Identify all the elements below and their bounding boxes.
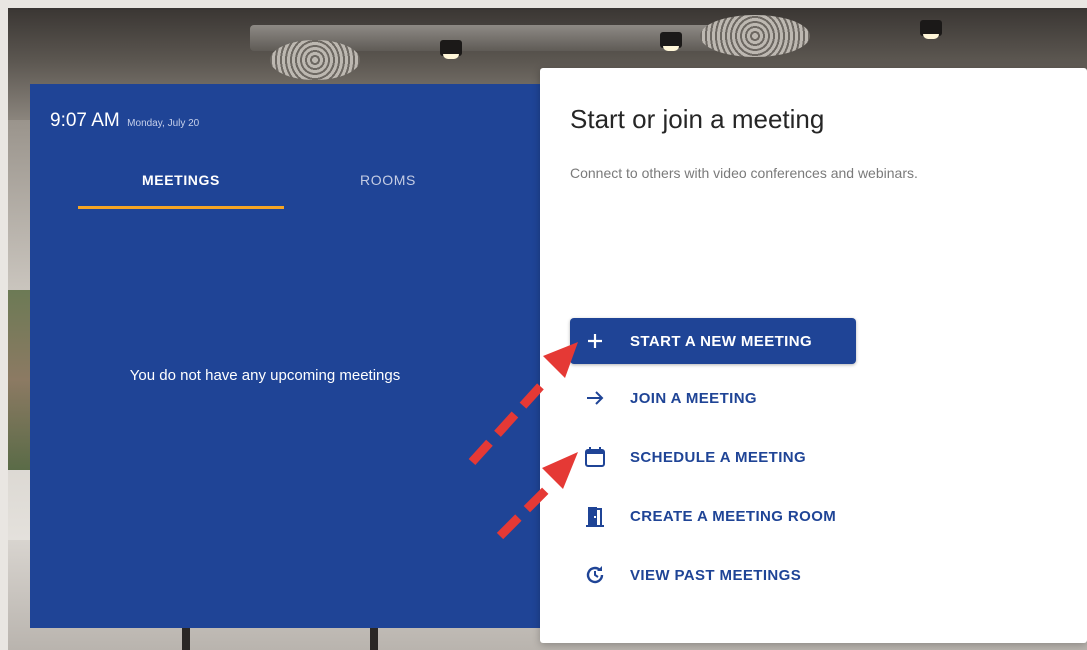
empty-meetings-message: You do not have any upcoming meetings [129, 367, 401, 384]
tab-rooms[interactable]: ROOMS [308, 166, 468, 210]
meetings-panel: 9:07 AM Monday, July 20 MEETINGS ROOMS Y… [30, 84, 540, 628]
current-time: 9:07 AM [50, 110, 120, 131]
plus-icon [582, 328, 608, 354]
card-title: Start or join a meeting [570, 104, 825, 134]
panel-tabs: MEETINGS ROOMS [78, 166, 478, 212]
start-new-meeting-label: START A NEW MEETING [630, 332, 813, 350]
history-icon [582, 562, 608, 588]
join-meeting-label: JOIN A MEETING [630, 389, 757, 407]
current-date: Monday, July 20 [127, 118, 200, 129]
background-vent [270, 40, 360, 80]
create-meeting-room-label: CREATE A MEETING ROOM [630, 507, 837, 525]
screen: 9:07 AM Monday, July 20 MEETINGS ROOMS Y… [0, 0, 1087, 650]
background-lamp [920, 20, 942, 39]
door-icon [582, 503, 608, 529]
background-lamp [440, 40, 462, 59]
view-past-meetings-button[interactable]: VIEW PAST MEETINGS [570, 552, 801, 598]
tab-meetings[interactable]: MEETINGS [78, 166, 284, 210]
calendar-icon [582, 444, 608, 470]
clock: 9:07 AM Monday, July 20 [50, 110, 199, 132]
card-subtitle: Connect to others with video conferences… [570, 165, 918, 181]
start-join-card: Start or join a meeting Connect to other… [540, 68, 1087, 643]
active-tab-indicator [78, 206, 284, 209]
schedule-meeting-button[interactable]: SCHEDULE A MEETING [570, 434, 806, 480]
background-vent [700, 15, 810, 57]
start-new-meeting-button[interactable]: START A NEW MEETING [570, 318, 856, 364]
create-meeting-room-button[interactable]: CREATE A MEETING ROOM [570, 493, 836, 539]
background-plant [8, 290, 32, 470]
schedule-meeting-label: SCHEDULE A MEETING [630, 448, 807, 466]
arrow-right-icon [582, 385, 608, 411]
join-meeting-button[interactable]: JOIN A MEETING [570, 375, 757, 421]
background-post [370, 625, 378, 650]
background-lamp [660, 32, 682, 51]
view-past-meetings-label: VIEW PAST MEETINGS [630, 566, 802, 584]
